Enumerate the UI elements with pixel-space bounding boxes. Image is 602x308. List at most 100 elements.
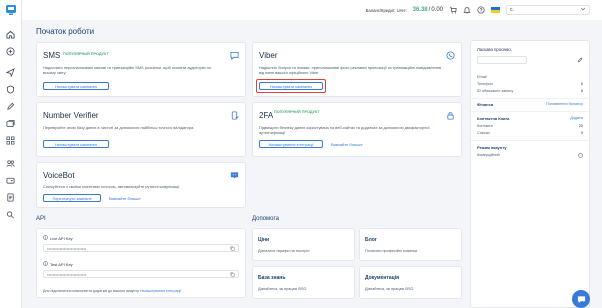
users-icon[interactable] (6, 159, 15, 168)
twofa-learn-more-link[interactable]: Вивчайте більше (331, 142, 363, 147)
viber-button-highlight (256, 79, 326, 93)
viber-title: Viber (259, 51, 278, 60)
voicebot-title: VoiceBot (43, 171, 75, 180)
api-section-title: API (36, 216, 46, 222)
account-mode-label: Комерційний (477, 153, 500, 157)
viber-description: Надішліть бонуси та знижки, приголомшлив… (259, 65, 442, 75)
chat-icon (230, 51, 239, 61)
number-verifier-description: Перевіряйте свою базу даних в чистоті за… (43, 125, 195, 130)
credit-value: 0.00 (431, 7, 443, 13)
chevron-down-icon (580, 6, 586, 14)
phone-label: Телефон (477, 82, 493, 86)
balance-separator: / (428, 7, 431, 13)
help-blog-title: Блог (365, 237, 377, 243)
lock-icon (446, 111, 455, 120)
api-note: Для підключення компонента додатків до в… (43, 289, 181, 293)
help-blog-desc: Почитати професійні новинки (365, 249, 418, 253)
sms-setup-campaign-button[interactable]: Налаштувати кампанію (43, 82, 109, 90)
sidebar (0, 0, 22, 308)
help-section-title: Допомога (252, 216, 279, 222)
cards-icon[interactable] (6, 119, 15, 128)
divider (471, 111, 589, 112)
help-card-prices[interactable]: Ціни Дізнатися тарифи на послуги (252, 228, 355, 261)
account-mode-title: Режим акаунту (477, 145, 507, 150)
add-icon[interactable] (6, 47, 15, 56)
document-icon[interactable] (6, 193, 15, 202)
edit-icon[interactable] (6, 102, 15, 111)
contacts-label: Контакти (477, 124, 493, 128)
balance-value: 36.38 (412, 7, 428, 13)
shield-icon[interactable] (6, 85, 15, 94)
number-verifier-card: Number Verifier Перевіряйте свою базу да… (36, 102, 246, 157)
test-api-key-label-text: Test API Key (50, 261, 73, 267)
topbar: Баланс/Кредит, UAH: 36.38 / 0.00 с. (22, 0, 602, 20)
lists-count: 5 (580, 131, 583, 135)
top-up-balance-link[interactable]: Поповнення балансу (546, 102, 583, 106)
live-api-key-label-text: Live API Key (50, 235, 73, 241)
help-card-blog[interactable]: Блог Почитати професійні новинки (359, 228, 462, 261)
account-id-value: 6 (580, 89, 583, 93)
live-api-key-value: •••••••••••••••••••••••••••• (47, 245, 87, 251)
account-id-label: ID облікового запису (477, 89, 514, 93)
chat-bubble-icon (577, 295, 585, 303)
twofa-title: 2FA (259, 111, 274, 120)
phone-check-icon (230, 111, 239, 120)
voicebot-card: VoiceBot Спілкуйтеся з своїми клієнтами … (36, 162, 246, 208)
balance-label: Баланс/Кредит, UAH: (365, 7, 407, 13)
add-contact-link[interactable]: Додати (570, 116, 583, 120)
test-api-key-label: Test API Key (43, 261, 73, 267)
voicebot-description: Спілкуйтеся з своїми клієнтами голосом, … (43, 184, 181, 189)
help-knowledge-desc: Дізнайтеся, як працює BSG (258, 287, 307, 291)
copy-live-key-icon[interactable] (230, 246, 235, 252)
account-panel: Ласкаво просимо, Email Телефон 6 ID облі… (470, 40, 590, 308)
wallet-icon[interactable] (6, 176, 15, 185)
test-api-key-field[interactable]: •••••••••••••••••••••••••••• (43, 270, 239, 278)
account-mode-toggle[interactable] (578, 153, 583, 158)
api-note-link[interactable]: Налаштування інтеграції (140, 289, 181, 293)
app-logo-icon[interactable] (5, 4, 17, 16)
number-verifier-setup-button[interactable]: Налаштувати кампанію (43, 140, 109, 148)
balance: 36.38 / 0.00 (413, 7, 443, 13)
sms-description: Надсилати персоналізовані масові та тран… (43, 65, 211, 75)
twofa-popular-badge: ПОПУЛЯРНИЙ ПРОДУКТ (274, 110, 320, 114)
home-icon[interactable] (6, 30, 15, 39)
help-docs-desc: Дізнайтеся, як працює BSG (365, 287, 414, 291)
support-icon[interactable] (6, 210, 15, 219)
help-icon[interactable] (477, 6, 485, 14)
user-account-dropdown[interactable]: с. (506, 5, 590, 15)
user-prefix: с. (510, 7, 514, 13)
voicebot-learn-more-link[interactable]: Вивчайте більше (109, 196, 141, 201)
finance-title: Фінанси (477, 102, 494, 107)
edit-profile-icon[interactable] (577, 57, 583, 65)
copy-test-key-icon[interactable] (230, 272, 235, 278)
help-prices-title: Ціни (258, 237, 270, 243)
sms-title: SMS (43, 51, 61, 60)
number-verifier-title: Number Verifier (43, 111, 99, 120)
help-prices-desc: Дізнатися тарифи на послуги (258, 249, 310, 253)
sms-popular-badge: ПОПУЛЯРНИЙ ПРОДУКТ (63, 52, 109, 56)
send-icon[interactable] (6, 68, 15, 77)
info-icon (43, 261, 48, 267)
cart-icon[interactable] (449, 6, 457, 14)
twofa-setup-integration-button[interactable]: Налаштування інтеграції (259, 140, 323, 148)
twofa-card: 2FA ПОПУЛЯРНИЙ ПРОДУКТ Підвищити безпеку… (252, 102, 462, 157)
bot-chat-icon (230, 171, 239, 180)
language-flag-icon[interactable] (491, 7, 500, 13)
api-card: Live API Key •••••••••••••••••••••••••••… (36, 228, 246, 298)
support-chat-button[interactable] (572, 290, 590, 308)
help-card-knowledge-base[interactable]: База знань Дізнайтеся, як працює BSG (252, 266, 355, 299)
twofa-description: Підвищити безпеку даних користувача на в… (259, 125, 430, 135)
live-api-key-field[interactable]: •••••••••••••••••••••••••••• (43, 244, 239, 252)
contacts-count: 20 (578, 124, 583, 128)
api-note-text: Для підключення компонента додатків до в… (43, 289, 139, 293)
voicebot-view-campaigns-button[interactable]: Переглянути кампанії (43, 194, 101, 202)
divider (471, 98, 589, 99)
live-api-key-label: Live API Key (43, 235, 73, 241)
viber-card: Viber Надішліть бонуси та знижки, пригол… (252, 42, 462, 97)
bell-icon[interactable] (463, 6, 471, 14)
user-name-box (477, 56, 527, 64)
divider (471, 140, 589, 141)
help-docs-title: Документація (365, 275, 400, 281)
help-card-documentation[interactable]: Документація Дізнайтеся, як працює BSG (359, 266, 462, 299)
grid-icon[interactable] (6, 136, 15, 145)
